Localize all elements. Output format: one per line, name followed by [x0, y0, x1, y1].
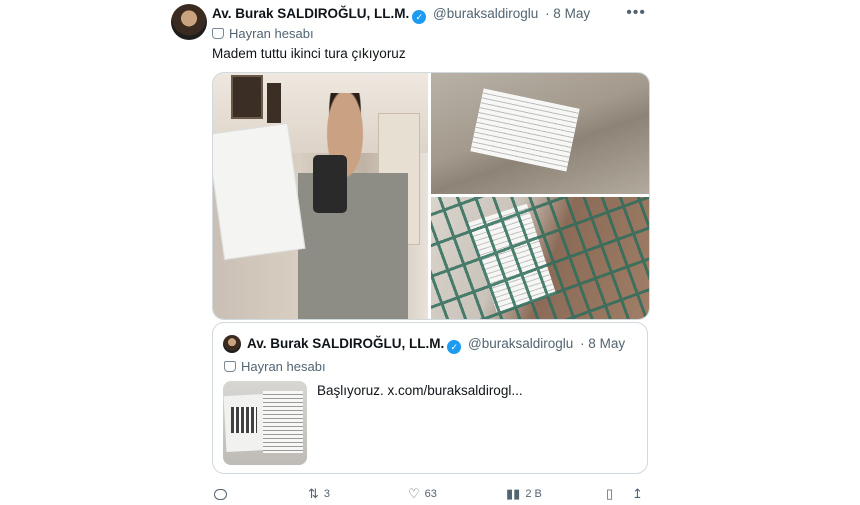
tweet-date[interactable]: · 8 May [545, 6, 590, 21]
fan-account-badge: Hayran hesabı [212, 26, 314, 41]
quoted-tweet-header: Av. Burak SALDIROĞLU, LL.M. ✓ @buraksaldi… [247, 336, 625, 354]
thumbnail-document [263, 391, 303, 453]
quoted-fan-account-label: Hayran hesabı [241, 359, 326, 374]
photo-paper-on-step[interactable] [431, 73, 649, 194]
retweet-icon: ⇅ [308, 486, 319, 501]
author-avatar[interactable] [171, 4, 207, 40]
fan-account-icon [224, 361, 236, 372]
reply-button[interactable] [214, 486, 232, 502]
author-name[interactable]: Av. Burak SALDIROĞLU, LL.M. [212, 6, 409, 21]
quoted-author-name: Av. Burak SALDIROĞLU, LL.M. [247, 336, 445, 351]
retweet-count: 3 [323, 488, 331, 500]
photo-paper-at-fence[interactable] [431, 197, 649, 319]
photo-phone [313, 155, 347, 213]
quoted-author-avatar[interactable] [223, 335, 241, 353]
views-icon: ▮▮ [506, 486, 521, 501]
media-grid [212, 72, 650, 320]
action-bar: ⇅ 3 ♡ 63 ▮▮ 2 B ▯ ↥ [212, 486, 648, 502]
tweet-header: Av. Burak SALDIROĞLU, LL.M. ✓ @buraksaldi… [212, 6, 652, 24]
tweet[interactable]: Av. Burak SALDIROĞLU, LL.M. ✓ @buraksaldi… [166, 0, 660, 505]
bookmark-button[interactable]: ▯ [606, 486, 613, 502]
more-options-icon[interactable]: ••• [626, 4, 646, 22]
photo-sheet [470, 88, 580, 172]
reply-icon [214, 488, 227, 500]
view-count: 2 B [525, 488, 542, 500]
tweet-text: Madem tuttu ikinci tura çıkıyoruz [212, 46, 406, 61]
author-handle[interactable]: @buraksaldiroglu [433, 6, 538, 21]
bookmark-icon: ▯ [606, 486, 614, 501]
quoted-tweet-date: · 8 May [580, 336, 626, 351]
qr-code-icon [231, 407, 257, 433]
quoted-tweet[interactable]: Av. Burak SALDIROĞLU, LL.M. ✓ @buraksaldi… [212, 322, 648, 474]
quoted-media-thumbnail[interactable] [223, 381, 307, 465]
quoted-fan-account-badge: Hayran hesabı [224, 359, 326, 374]
photo-selfie[interactable] [213, 73, 428, 319]
verified-badge-icon: ✓ [412, 10, 427, 24]
like-count: 63 [424, 488, 437, 500]
fan-account-icon [212, 28, 224, 39]
retweet-button[interactable]: ⇅ 3 [308, 486, 330, 502]
like-button[interactable]: ♡ 63 [408, 486, 437, 502]
verified-badge-icon: ✓ [447, 340, 462, 354]
quoted-author-handle: @buraksaldiroglu [468, 336, 574, 351]
like-icon: ♡ [408, 486, 420, 501]
views-button[interactable]: ▮▮ 2 B [506, 486, 542, 502]
share-icon: ↥ [632, 486, 643, 501]
share-button[interactable]: ↥ [632, 486, 643, 502]
quoted-tweet-text: Başlıyoruz. x.com/buraksaldirogl... [317, 383, 523, 398]
photo-fence [431, 197, 649, 319]
fan-account-label: Hayran hesabı [229, 26, 314, 41]
photo-frame [231, 75, 263, 119]
